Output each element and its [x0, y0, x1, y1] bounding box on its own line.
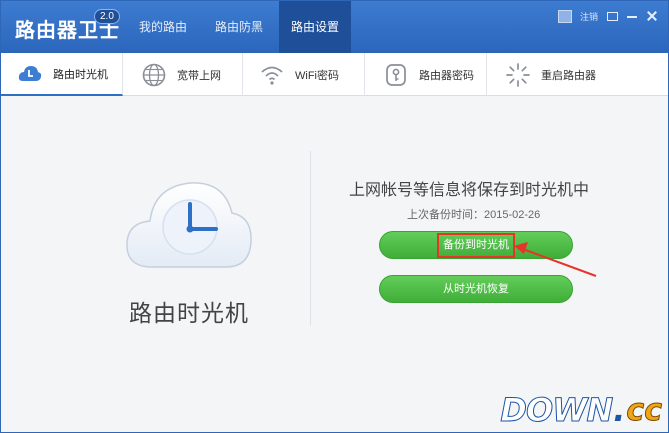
- logout-link[interactable]: 注销: [580, 10, 598, 23]
- window-controls: 注销: [557, 7, 658, 25]
- sub-tab-router-password[interactable]: 路由器密码: [365, 53, 487, 96]
- sub-tab-label: 路由器密码: [419, 69, 474, 82]
- sub-tab-label: 路由时光机: [53, 68, 108, 81]
- sub-tab-time-machine[interactable]: 路由时光机: [1, 53, 123, 96]
- nav-tab-my-router[interactable]: 我的路由: [127, 1, 199, 53]
- globe-icon: [141, 62, 167, 88]
- sub-tab-restart-router[interactable]: 重启路由器: [487, 53, 609, 96]
- wifi-icon: [259, 62, 285, 88]
- version-badge: 2.0: [94, 9, 120, 24]
- vertical-divider: [310, 151, 311, 326]
- app-window: 路由器卫士 2.0 我的路由 路由防黑 路由设置 注销 路由时光机 宽带上网 W…: [0, 0, 669, 433]
- watermark-dot: .: [613, 391, 626, 429]
- minimize-icon[interactable]: [626, 10, 638, 22]
- sub-tab-wifi-password[interactable]: WiFi密码: [243, 53, 365, 96]
- info-headline: 上网帐号等信息将保存到时光机中: [349, 182, 590, 199]
- feedback-icon[interactable]: [606, 10, 618, 22]
- loading-spinner-icon: [505, 62, 531, 88]
- nav-tab-router-settings[interactable]: 路由设置: [279, 1, 351, 53]
- sub-tab-broadband[interactable]: 宽带上网: [123, 53, 243, 96]
- close-icon[interactable]: [646, 10, 658, 22]
- watermark-suffix: cc: [626, 392, 663, 428]
- nav-tab-router-security[interactable]: 路由防黑: [203, 1, 275, 53]
- key-icon: [383, 62, 409, 88]
- watermark-main: DOWN: [500, 391, 614, 430]
- sub-tab-label: WiFi密码: [295, 69, 339, 82]
- titlebar: 路由器卫士 2.0 我的路由 路由防黑 路由设置 注销: [1, 1, 668, 53]
- annotation-highlight-box: [437, 233, 515, 258]
- sub-tab-label: 重启路由器: [541, 69, 596, 82]
- watermark-logo: DOWN . cc: [500, 391, 663, 430]
- sub-tab-bar: 路由时光机 宽带上网 WiFi密码 路由器密码 重启路由器: [1, 53, 668, 96]
- last-backup-time: 上次备份时间：2015-02-26: [407, 209, 541, 221]
- time-machine-panel: 路由时光机 上网帐号等信息将保存到时光机中 上次备份时间：2015-02-26 …: [1, 96, 668, 432]
- hero-label: 路由时光机: [129, 300, 249, 326]
- avatar-icon[interactable]: [557, 9, 572, 23]
- annotation-arrow-icon: [514, 242, 597, 277]
- cloud-clock-icon: [17, 61, 43, 87]
- cloud-clock-illustration: [124, 171, 254, 271]
- sub-tab-label: 宽带上网: [177, 69, 221, 82]
